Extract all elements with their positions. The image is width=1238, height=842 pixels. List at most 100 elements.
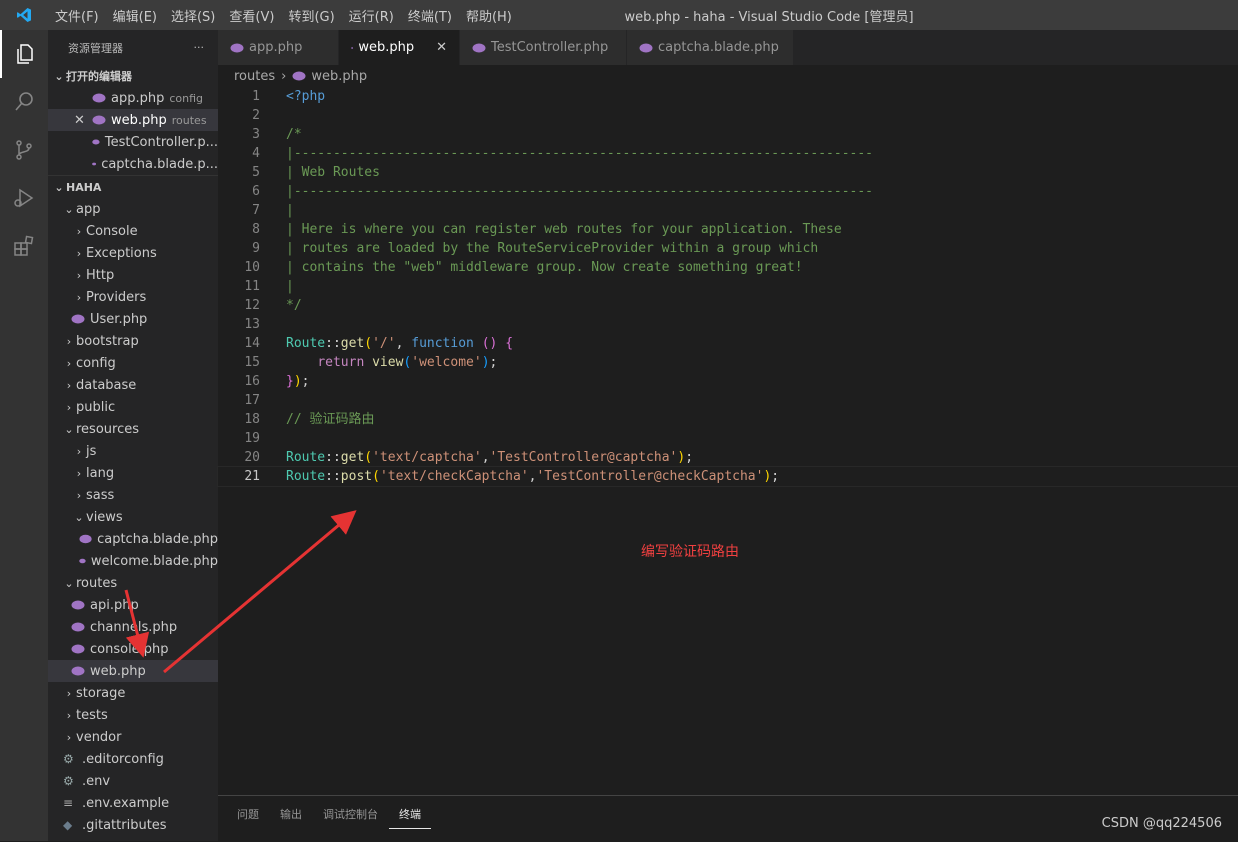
- open-editor-item-active[interactable]: ✕ web.php routes: [48, 109, 218, 131]
- line-code: Route::post('text/checkCaptcha','TestCon…: [286, 467, 779, 486]
- code-editor[interactable]: 1 <?php 2 3 /* 4 |-------------------------…: [217, 87, 1238, 795]
- tab-debug-console[interactable]: 调试控制台: [313, 796, 388, 832]
- folder-views[interactable]: ⌄ views: [48, 506, 218, 528]
- menu-selection[interactable]: 选择(S): [164, 6, 222, 25]
- tab-problems[interactable]: 问题: [227, 796, 269, 832]
- folder-providers[interactable]: › Providers: [48, 286, 218, 308]
- folder-public[interactable]: › public: [48, 396, 218, 418]
- search-button[interactable]: [0, 78, 48, 126]
- file-env[interactable]: ⚙ .env: [48, 770, 218, 792]
- line-code: | Here is where you can register web rou…: [286, 222, 842, 237]
- file-user[interactable]: User.php: [48, 308, 218, 330]
- tab-testcontroller-php[interactable]: TestController.php: [460, 30, 627, 65]
- menu-go[interactable]: 转到(G): [281, 6, 341, 25]
- extensions-button[interactable]: [0, 222, 48, 270]
- open-editor-item[interactable]: TestController.p...: [48, 131, 218, 153]
- file-channels[interactable]: channels.php: [48, 616, 218, 638]
- menu-terminal[interactable]: 终端(T): [401, 6, 459, 25]
- file-gitattributes[interactable]: ◆ .gitattributes: [48, 814, 218, 836]
- folder-resources[interactable]: ⌄ resources: [48, 418, 218, 440]
- folder-label: Providers: [86, 289, 147, 305]
- folder-vendor[interactable]: › vendor: [48, 726, 218, 748]
- folder-app[interactable]: ⌄ app: [48, 198, 218, 220]
- folder-exceptions[interactable]: › Exceptions: [48, 242, 218, 264]
- token-bracket: (: [372, 469, 380, 484]
- folder-label: Http: [86, 267, 115, 283]
- code-line: 19: [218, 429, 1238, 448]
- php-file-icon: [71, 600, 85, 610]
- line-code: // 验证码路由: [286, 412, 375, 427]
- open-editors-section[interactable]: ⌄ 打开的编辑器: [48, 65, 218, 87]
- folder-tests[interactable]: › tests: [48, 704, 218, 726]
- line-code: | Web Routes: [286, 165, 380, 180]
- chevron-right-icon: ›: [76, 268, 82, 282]
- file-editorconfig[interactable]: ⚙ .editorconfig: [48, 748, 218, 770]
- explorer-button[interactable]: [0, 30, 48, 78]
- line-number: 12: [244, 298, 260, 313]
- code-line: 8 | Here is where you can register web ro…: [218, 220, 1238, 239]
- file-env-example[interactable]: ≡ .env.example: [48, 792, 218, 814]
- line-number: 4: [252, 146, 260, 161]
- line-number: 6: [252, 184, 260, 199]
- tab-app-php[interactable]: app.php: [218, 30, 339, 65]
- line-code: Route::get('/', function () {: [286, 334, 513, 353]
- line-number: 8: [252, 222, 260, 237]
- chevron-right-icon: ›: [66, 334, 72, 348]
- menu-view[interactable]: 查看(V): [222, 6, 281, 25]
- file-web[interactable]: web.php: [48, 660, 218, 682]
- code-line: 6 |--------------------------------------…: [218, 182, 1238, 201]
- tab-terminal[interactable]: 终端: [389, 800, 431, 829]
- run-debug-button[interactable]: [0, 174, 48, 222]
- line-number: 9: [252, 241, 260, 256]
- folder-lang[interactable]: › lang: [48, 462, 218, 484]
- tab-label: TestController.php: [491, 40, 609, 55]
- folder-sass[interactable]: › sass: [48, 484, 218, 506]
- folder-label: lang: [86, 465, 115, 481]
- menu-file[interactable]: 文件(F): [48, 6, 106, 25]
- breadcrumb-folder[interactable]: routes: [234, 69, 275, 84]
- source-control-icon: [16, 140, 32, 160]
- close-icon[interactable]: ✕: [74, 113, 92, 128]
- breadcrumb-separator: ›: [281, 68, 287, 84]
- tab-web-php[interactable]: web.php ✕: [339, 30, 460, 65]
- folder-storage[interactable]: › storage: [48, 682, 218, 704]
- more-actions-button[interactable]: ···: [194, 41, 205, 54]
- annotation-text: 编写验证码路由: [641, 544, 739, 560]
- folder-config[interactable]: › config: [48, 352, 218, 374]
- folder-bootstrap[interactable]: › bootstrap: [48, 330, 218, 352]
- line-number: 5: [252, 165, 260, 180]
- code-line: 3 /*: [218, 125, 1238, 144]
- menu-edit[interactable]: 编辑(E): [106, 6, 164, 25]
- project-section[interactable]: ⌄ HAHA: [48, 175, 218, 198]
- tab-output[interactable]: 输出: [270, 796, 312, 832]
- close-icon[interactable]: ✕: [436, 40, 447, 55]
- folder-label: public: [76, 399, 116, 415]
- file-welcome-blade[interactable]: welcome.blade.php: [48, 550, 218, 572]
- folder-js[interactable]: › js: [48, 440, 218, 462]
- folder-database[interactable]: › database: [48, 374, 218, 396]
- token-class: Route: [286, 336, 326, 351]
- chevron-right-icon: ›: [66, 400, 72, 414]
- editor-tabs: app.php web.php ✕ TestController.php cap…: [218, 30, 1238, 65]
- file-console[interactable]: console.php: [48, 638, 218, 660]
- chevron-right-icon: ›: [76, 224, 82, 238]
- tab-captcha-blade-php[interactable]: captcha.blade.php: [627, 30, 794, 65]
- folder-label: config: [76, 355, 116, 371]
- tab-label: captcha.blade.php: [658, 40, 779, 55]
- breadcrumb-file[interactable]: web.php: [311, 69, 367, 84]
- source-control-button[interactable]: [0, 126, 48, 174]
- folder-label: tests: [76, 707, 108, 723]
- menu-help[interactable]: 帮助(H): [459, 6, 519, 25]
- open-editor-item[interactable]: captcha.blade.p...: [48, 153, 218, 175]
- folder-http[interactable]: › Http: [48, 264, 218, 286]
- open-editor-item[interactable]: app.php config: [48, 87, 218, 109]
- file-api[interactable]: api.php: [48, 594, 218, 616]
- code-line: 10 | contains the "web" middleware group.…: [218, 258, 1238, 277]
- files-icon: [17, 44, 33, 64]
- menu-run[interactable]: 运行(R): [342, 6, 401, 25]
- folder-routes[interactable]: ⌄ routes: [48, 572, 218, 594]
- token-punct: ,: [481, 450, 490, 465]
- token-bracket: (: [364, 450, 373, 465]
- folder-console[interactable]: › Console: [48, 220, 218, 242]
- file-captcha-blade[interactable]: captcha.blade.php: [48, 528, 218, 550]
